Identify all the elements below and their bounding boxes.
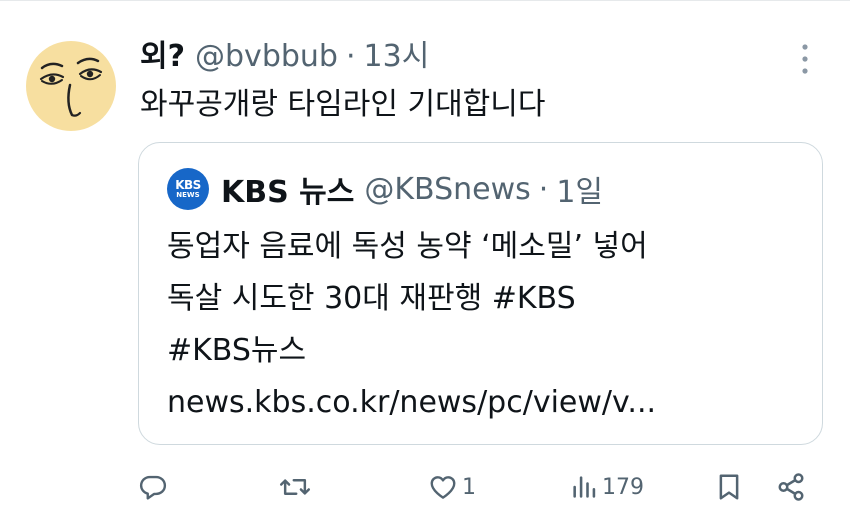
quoted-separator-dot: · [538,171,549,207]
display-name[interactable]: 외? [140,35,185,79]
more-vertical-icon [802,44,808,74]
views-icon [573,476,596,498]
tweet-time[interactable]: 13시 [364,35,430,79]
quoted-user-handle[interactable]: @KBSnews [364,172,530,207]
tweet[interactable]: 외? @bvbbub · 13시 와꾸공개랑 타임라인 기대합니다 KBS NE… [0,0,850,522]
quoted-text-line: 동업자 음료에 독성 농약 ‘메소밀’ 넣어 [167,229,648,264]
quoted-link[interactable]: news.kbs.co.kr/news/pc/view/v... [167,377,797,429]
quoted-text-line: #KBS뉴스 [167,333,307,368]
quoted-tweet-time[interactable]: 1일 [556,167,603,211]
like-button[interactable]: 1 [428,463,476,511]
quoted-text-line: 독살 시도한 30대 재판행 #KBS [167,281,576,316]
quoted-tweet-card[interactable]: KBS NEWS KBS 뉴스 @KBSnews · 1일 동업자 음료에 독성… [138,142,823,445]
separator-dot: · [345,39,356,74]
retweet-button[interactable] [279,463,311,511]
user-handle[interactable]: @bvbbub [195,35,338,79]
action-bar: 1 179 [0,463,850,511]
user-avatar[interactable] [26,41,116,131]
quoted-display-name[interactable]: KBS 뉴스 [221,167,354,211]
cartoon-face-icon [39,57,103,117]
tweet-header: 외? @bvbbub · 13시 [140,35,429,79]
like-count: 1 [462,474,476,500]
bookmark-button[interactable] [714,463,744,511]
kbs-logo-text: KBS [175,178,201,192]
views-button[interactable]: 179 [570,463,644,511]
views-count: 179 [602,474,644,500]
reply-button[interactable] [138,463,168,511]
heart-icon [430,476,456,499]
more-options-button[interactable] [792,41,818,77]
quoted-tweet-text: 동업자 음료에 독성 농약 ‘메소밀’ 넣어 독살 시도한 30대 재판행 #K… [167,221,797,429]
bookmark-icon [719,474,739,500]
retweet-icon [279,479,311,495]
share-button[interactable] [776,463,806,511]
tweet-text: 와꾸공개랑 타임라인 기대합니다 [140,87,546,122]
share-icon [778,473,804,501]
kbs-avatar[interactable]: KBS NEWS [167,168,209,210]
kbs-logo-subtext: NEWS [176,191,200,199]
reply-icon [139,475,167,500]
quoted-tweet-header: KBS NEWS KBS 뉴스 @KBSnews · 1일 [167,167,603,211]
